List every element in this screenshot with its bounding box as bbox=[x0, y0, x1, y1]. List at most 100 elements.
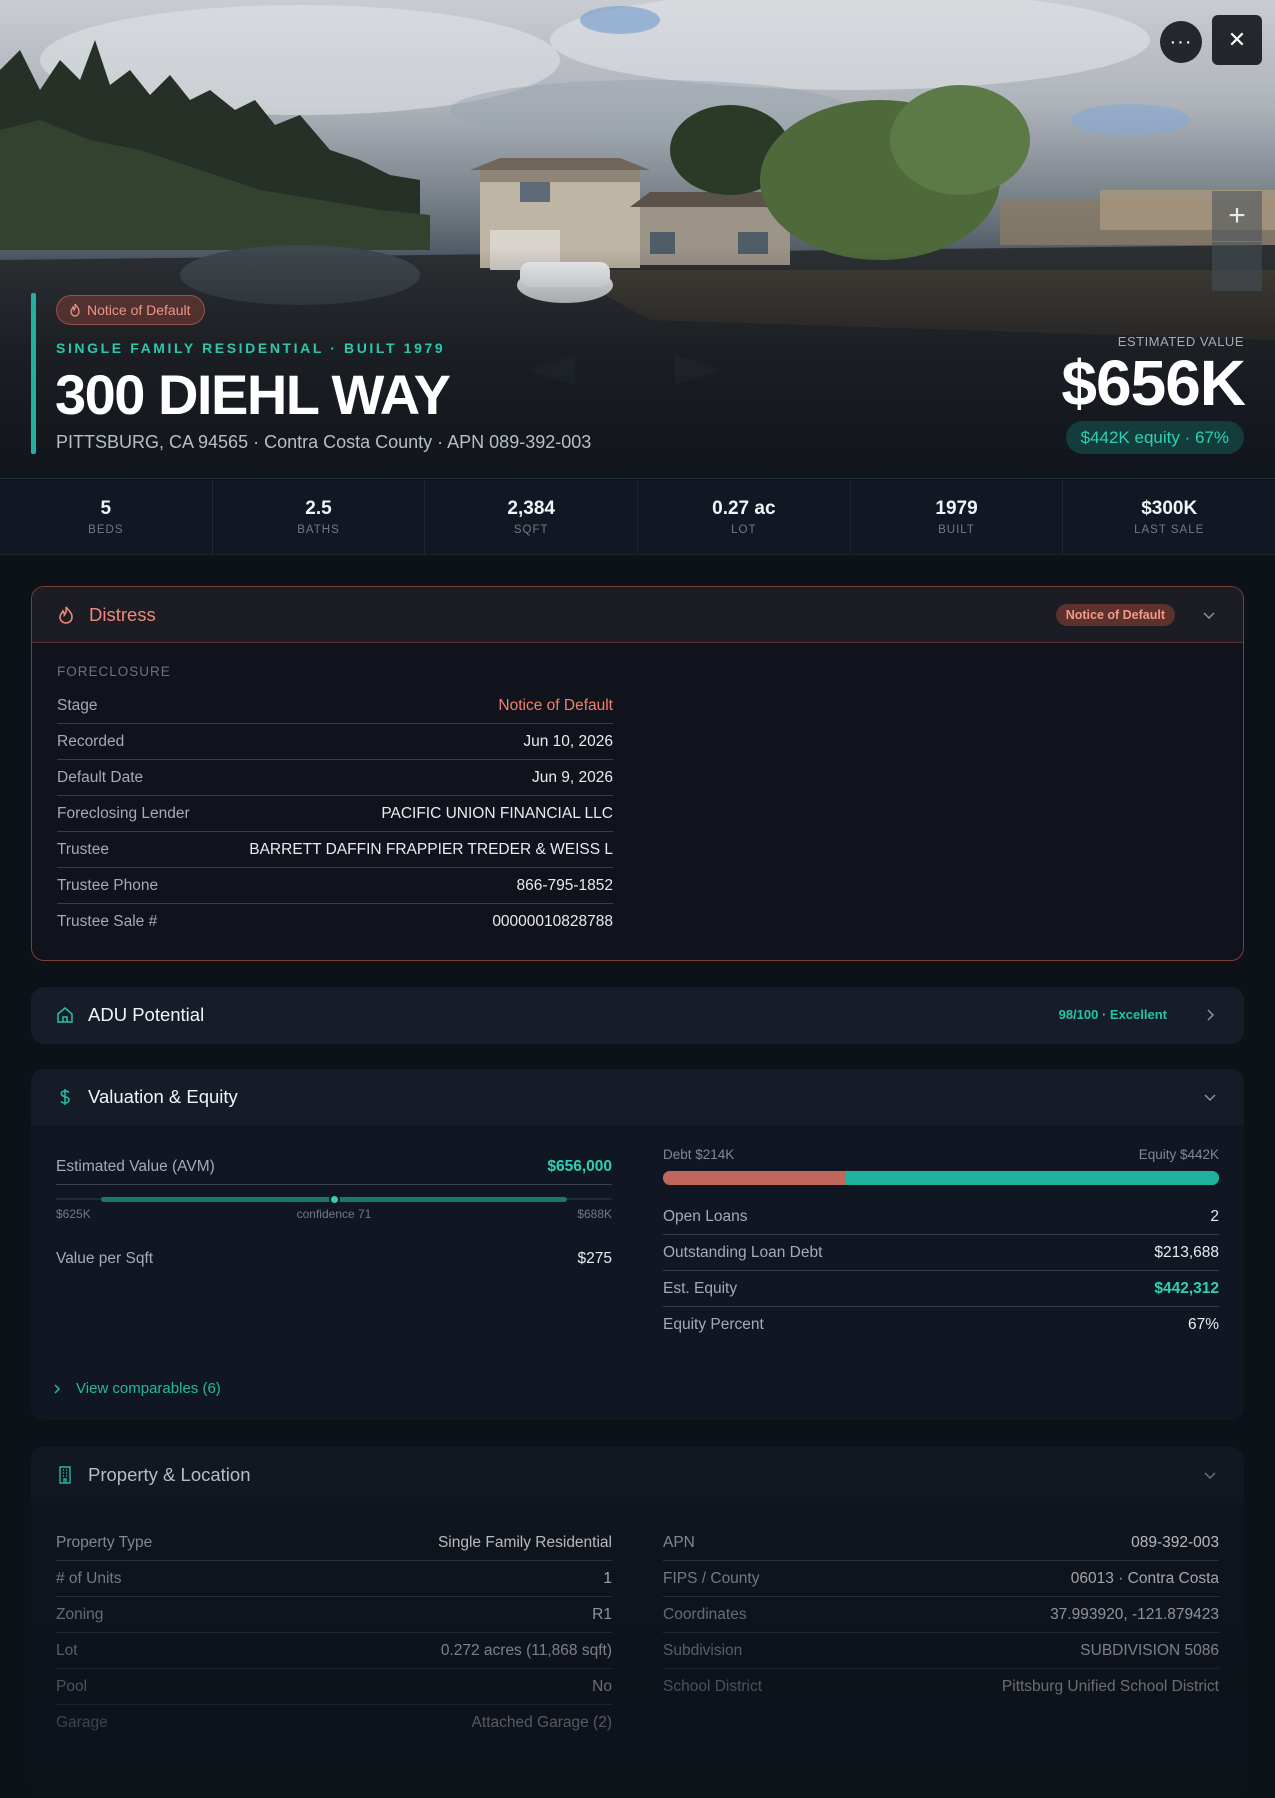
debt-equity-bar bbox=[663, 1171, 1219, 1185]
kv-value: Single Family Residential bbox=[437, 1533, 612, 1551]
zoom-controls: + bbox=[1212, 191, 1262, 291]
kv-row-equity-percent: Equity Percent 67% bbox=[663, 1307, 1219, 1343]
zoom-in-button[interactable]: + bbox=[1212, 191, 1262, 241]
valuation-card-header[interactable]: Valuation & Equity bbox=[31, 1069, 1244, 1125]
chevron-down-icon[interactable] bbox=[1202, 1467, 1218, 1483]
distress-card-title: Distress bbox=[89, 603, 156, 625]
property-right-table: APN 089-392-003 FIPS / County 06013 · Cont… bbox=[663, 1525, 1219, 1705]
kv-row-property-type: Property Type Single Family Residential bbox=[56, 1525, 612, 1561]
chevron-down-icon[interactable] bbox=[1201, 607, 1217, 623]
kv-value: BARRETT DAFFIN FRAPPIER TREDER & WEISS L bbox=[249, 840, 613, 858]
valuation-card: Valuation & Equity Estimated Value (AVM)… bbox=[31, 1069, 1244, 1420]
kv-row-pool: Pool No bbox=[56, 1669, 612, 1705]
kv-key: Trustee Sale # bbox=[57, 913, 158, 930]
kv-row-garage: Garage Attached Garage (2) bbox=[56, 1705, 612, 1741]
stat-value: $300K bbox=[1141, 498, 1198, 519]
kv-row-avm: Estimated Value (AVM) $656,000 bbox=[56, 1149, 612, 1185]
property-location-card: Property & Location Property Type Single … bbox=[31, 1447, 1244, 1798]
kv-value: 2 bbox=[1210, 1207, 1219, 1225]
kv-row-est-equity: Est. Equity $442,312 bbox=[663, 1271, 1219, 1307]
distress-card-header[interactable]: Distress Notice of Default bbox=[32, 587, 1243, 643]
kv-key: Foreclosing Lender bbox=[57, 804, 190, 822]
view-comparables-label: View comparables (6) bbox=[76, 1380, 221, 1397]
property-card-title: Property & Location bbox=[88, 1464, 251, 1485]
close-icon: ✕ bbox=[1227, 27, 1247, 52]
kv-value: No bbox=[592, 1677, 612, 1695]
stat-value: 2.5 bbox=[305, 498, 332, 519]
view-comparables-link[interactable]: View comparables (6) bbox=[52, 1380, 221, 1397]
stat-last-sale: $300K LAST SALE bbox=[1063, 480, 1275, 554]
distress-badge: Notice of Default bbox=[56, 295, 205, 325]
kv-value: 0.272 acres (11,868 sqft) bbox=[440, 1641, 612, 1659]
kv-key: Estimated Value (AVM) bbox=[56, 1157, 215, 1175]
kv-row-per-sqft: Value per Sqft $275 bbox=[56, 1241, 612, 1277]
more-options-button[interactable]: ··· bbox=[1160, 21, 1202, 63]
stat-label: SQFT bbox=[513, 524, 549, 536]
kv-row-trustee-sale: Trustee Sale # 00000010828788 bbox=[57, 904, 613, 940]
kv-value: 00000010828788 bbox=[492, 913, 613, 930]
kv-row-loan-debt: Outstanding Loan Debt $213,688 bbox=[663, 1235, 1219, 1271]
stat-sqft: 2,384 SQFT bbox=[425, 480, 639, 554]
stat-value: 2,384 bbox=[507, 498, 555, 519]
debt-label: Debt $214K bbox=[663, 1147, 735, 1162]
kv-value: $275 bbox=[577, 1250, 612, 1267]
location-line: PITTSBURG, CA 94565 · Contra Costa Count… bbox=[56, 432, 592, 452]
kv-value: Notice of Default bbox=[498, 696, 613, 714]
confidence-range-bar bbox=[56, 1194, 612, 1205]
adu-card-header[interactable]: ADU Potential 98/100 · Excellent bbox=[31, 987, 1244, 1043]
confidence-marker bbox=[329, 1194, 340, 1205]
adu-score: 98/100 · Excellent bbox=[1058, 1007, 1167, 1022]
kv-key: Outstanding Loan Debt bbox=[663, 1243, 823, 1261]
kv-key: # of Units bbox=[56, 1569, 122, 1587]
kv-key: Est. Equity bbox=[663, 1279, 738, 1297]
adu-potential-card[interactable]: ADU Potential 98/100 · Excellent bbox=[31, 987, 1244, 1044]
kv-row-trustee: Trustee BARRETT DAFFIN FRAPPIER TREDER & … bbox=[57, 832, 613, 868]
building-icon bbox=[59, 1466, 71, 1484]
kv-value: 089-392-003 bbox=[1131, 1533, 1219, 1551]
kv-key: Garage bbox=[56, 1714, 108, 1731]
kv-key: Stage bbox=[57, 696, 98, 714]
zoom-out-button[interactable] bbox=[1212, 241, 1262, 291]
kv-key: Value per Sqft bbox=[56, 1250, 154, 1267]
kv-row-open-loans: Open Loans 2 bbox=[663, 1199, 1219, 1235]
stat-beds: 5 BEDS bbox=[0, 480, 213, 554]
valuation-card-title: Valuation & Equity bbox=[88, 1086, 238, 1107]
kv-key: School District bbox=[663, 1678, 763, 1695]
confidence-label: confidence 71 bbox=[296, 1207, 372, 1221]
chevron-down-icon[interactable] bbox=[1202, 1089, 1218, 1105]
kv-value: Pittsburg Unified School District bbox=[1001, 1678, 1219, 1695]
kv-row-stage: Stage Notice of Default bbox=[57, 688, 613, 724]
close-button[interactable]: ✕ bbox=[1212, 15, 1262, 65]
kv-row-default-date: Default Date Jun 9, 2026 bbox=[57, 760, 613, 796]
kv-value: Jun 9, 2026 bbox=[531, 768, 613, 786]
kv-row-subdivision: Subdivision SUBDIVISION 5086 bbox=[663, 1633, 1219, 1669]
kv-row-school-district: School District Pittsburg Unified School … bbox=[663, 1669, 1219, 1705]
kv-value: $656,000 bbox=[547, 1157, 612, 1175]
kv-key: Default Date bbox=[57, 768, 144, 786]
kv-value: 67% bbox=[1187, 1316, 1219, 1333]
kv-key: Coordinates bbox=[663, 1605, 747, 1623]
home-icon bbox=[57, 1007, 73, 1023]
kv-row-lot: Lot 0.272 acres (11,868 sqft) bbox=[56, 1633, 612, 1669]
per-sqft-wrap: Value per Sqft $275 bbox=[56, 1241, 612, 1277]
loan-table: Open Loans 2 Outstanding Loan Debt $213,68… bbox=[663, 1199, 1219, 1343]
kv-value: 37.993920, -121.879423 bbox=[1050, 1605, 1219, 1623]
kv-key: Property Type bbox=[56, 1533, 153, 1551]
kv-row-coordinates: Coordinates 37.993920, -121.879423 bbox=[663, 1597, 1219, 1633]
kv-row-units: # of Units 1 bbox=[56, 1561, 612, 1597]
kv-value: PACIFIC UNION FINANCIAL LLC bbox=[381, 804, 613, 822]
kv-key: Equity Percent bbox=[663, 1316, 764, 1333]
kv-row-apn: APN 089-392-003 bbox=[663, 1525, 1219, 1561]
kv-value: 1 bbox=[603, 1569, 612, 1587]
debt-bar-fill bbox=[663, 1171, 847, 1185]
kv-key: Subdivision bbox=[663, 1641, 743, 1659]
distress-badge-label: Notice of Default bbox=[87, 302, 191, 318]
chevron-right-icon[interactable] bbox=[1202, 1007, 1218, 1023]
estimated-value: $656K bbox=[1061, 347, 1246, 419]
stat-baths: 2.5 BATHS bbox=[213, 480, 426, 554]
kv-value: 06013 · Contra Costa bbox=[1070, 1569, 1219, 1587]
foreclosure-section-label: FORECLOSURE bbox=[57, 664, 171, 679]
property-card-header[interactable]: Property & Location bbox=[31, 1447, 1244, 1503]
dollar-icon bbox=[60, 1089, 70, 1105]
distress-card: Distress Notice of Default FORECLOSURE S… bbox=[31, 586, 1244, 961]
